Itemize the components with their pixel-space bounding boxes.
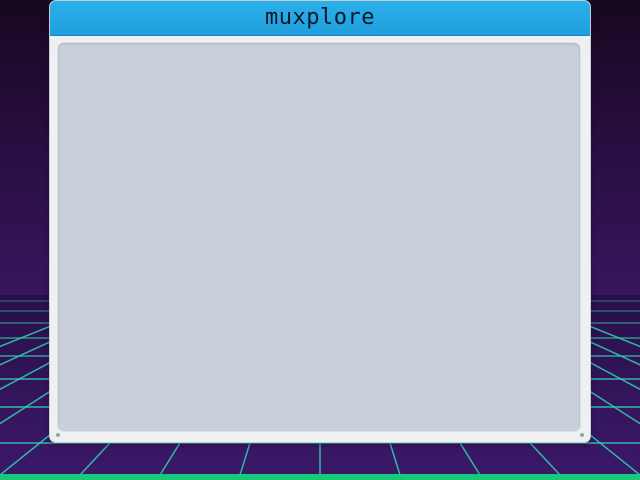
bottom-status-strip bbox=[0, 474, 640, 480]
window-title: muxplore bbox=[265, 5, 375, 30]
resize-grip-left-icon[interactable] bbox=[56, 433, 60, 437]
resize-grip-right-icon[interactable] bbox=[580, 433, 584, 437]
muxplore-window: muxplore bbox=[50, 1, 590, 442]
title-bar[interactable]: muxplore bbox=[50, 1, 590, 36]
content-panel[interactable] bbox=[58, 43, 580, 431]
